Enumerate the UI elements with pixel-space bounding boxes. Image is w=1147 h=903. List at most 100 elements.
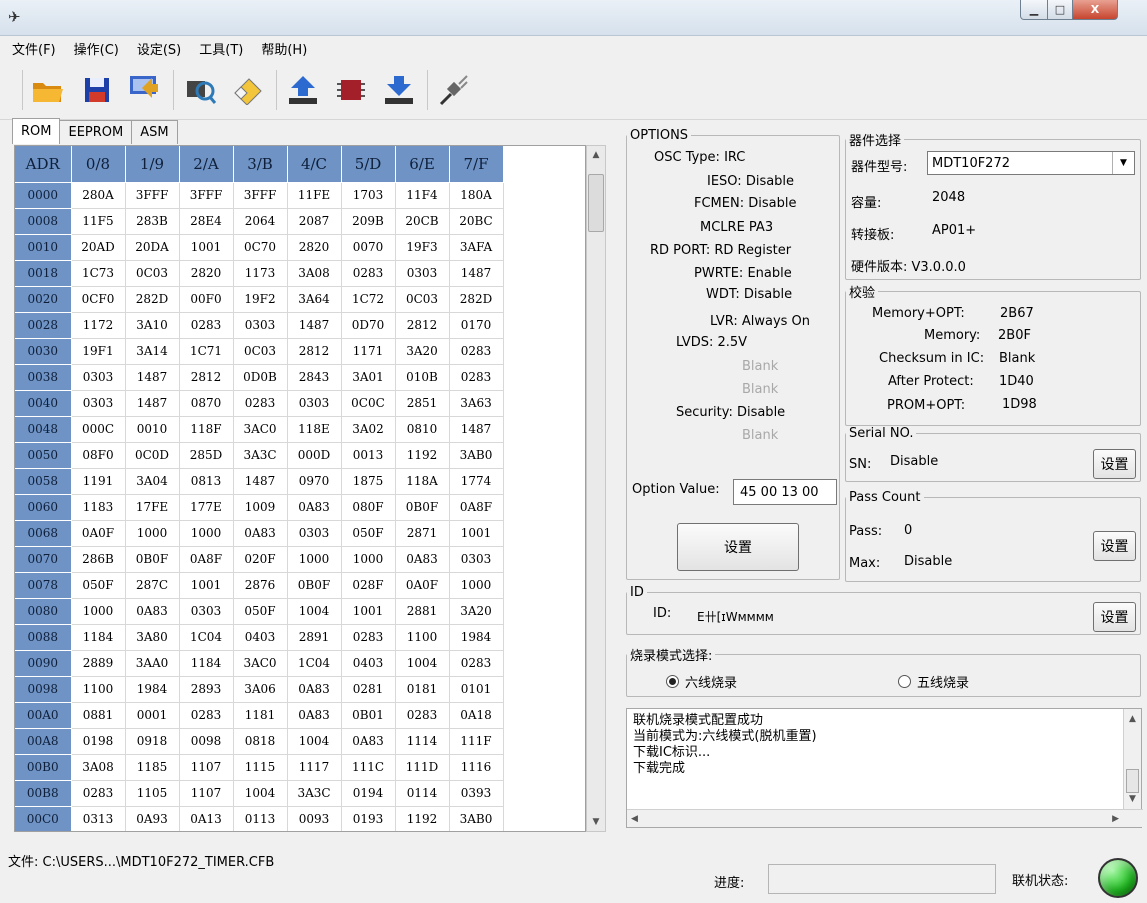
data-cell[interactable]: 118A bbox=[395, 468, 450, 495]
data-cell[interactable]: 1181 bbox=[233, 702, 288, 729]
data-cell[interactable]: 3FFF bbox=[179, 182, 234, 209]
save-as-icon[interactable] bbox=[125, 70, 165, 110]
data-cell[interactable]: 0283 bbox=[179, 312, 234, 339]
data-cell[interactable]: 3FFF bbox=[233, 182, 288, 209]
data-cell[interactable]: 2871 bbox=[395, 520, 450, 547]
data-cell[interactable]: 0A18 bbox=[449, 702, 504, 729]
data-cell[interactable]: 080F bbox=[341, 494, 396, 521]
data-cell[interactable]: 0283 bbox=[71, 780, 126, 807]
scroll-up-icon[interactable]: ▲ bbox=[1124, 711, 1141, 727]
data-cell[interactable]: 20AD bbox=[71, 234, 126, 261]
data-cell[interactable]: 3A3C bbox=[233, 442, 288, 469]
data-cell[interactable]: 0810 bbox=[395, 416, 450, 443]
data-cell[interactable]: 287C bbox=[125, 572, 180, 599]
data-cell[interactable]: 1191 bbox=[71, 468, 126, 495]
data-cell[interactable]: 1172 bbox=[71, 312, 126, 339]
data-cell[interactable]: 0194 bbox=[341, 780, 396, 807]
data-cell[interactable]: 1001 bbox=[449, 520, 504, 547]
data-cell[interactable]: 282D bbox=[449, 286, 504, 313]
data-cell[interactable]: 11F5 bbox=[71, 208, 126, 235]
data-cell[interactable]: 0098 bbox=[179, 728, 234, 755]
option-value-field[interactable]: 45 00 13 00 bbox=[733, 479, 837, 505]
data-cell[interactable]: 1171 bbox=[341, 338, 396, 365]
data-cell[interactable]: 3A04 bbox=[125, 468, 180, 495]
tab-asm[interactable]: ASM bbox=[131, 120, 178, 144]
scroll-down-icon[interactable]: ▼ bbox=[1124, 791, 1141, 807]
data-cell[interactable]: 1703 bbox=[341, 182, 396, 209]
data-cell[interactable]: 3AB0 bbox=[449, 442, 504, 469]
data-cell[interactable]: 0170 bbox=[449, 312, 504, 339]
data-cell[interactable]: 1984 bbox=[449, 624, 504, 651]
pass-set-button[interactable]: 设置 bbox=[1093, 531, 1136, 561]
data-cell[interactable]: 1192 bbox=[395, 806, 450, 831]
data-cell[interactable]: 1107 bbox=[179, 754, 234, 781]
tab-rom[interactable]: ROM bbox=[12, 118, 61, 144]
data-cell[interactable]: 280A bbox=[71, 182, 126, 209]
data-cell[interactable]: 1774 bbox=[449, 468, 504, 495]
serial-set-button[interactable]: 设置 bbox=[1093, 449, 1136, 479]
menu-file[interactable]: 文件(F) bbox=[12, 39, 56, 58]
data-cell[interactable]: 2812 bbox=[395, 312, 450, 339]
data-cell[interactable]: 1192 bbox=[395, 442, 450, 469]
data-cell[interactable]: 0303 bbox=[395, 260, 450, 287]
data-cell[interactable]: 1000 bbox=[341, 546, 396, 573]
data-cell[interactable]: 1004 bbox=[287, 598, 342, 625]
log-scrollbar[interactable]: ▲ ▼ bbox=[1123, 709, 1141, 809]
data-cell[interactable]: 3AC0 bbox=[233, 416, 288, 443]
data-cell[interactable]: 0283 bbox=[449, 650, 504, 677]
data-cell[interactable]: 0198 bbox=[71, 728, 126, 755]
data-cell[interactable]: 3A80 bbox=[125, 624, 180, 651]
data-cell[interactable]: 028F bbox=[341, 572, 396, 599]
tab-eeprom[interactable]: EEPROM bbox=[59, 120, 133, 144]
data-cell[interactable]: 0A83 bbox=[233, 520, 288, 547]
data-cell[interactable]: 1000 bbox=[179, 520, 234, 547]
log-output[interactable]: 联机烧录模式配置成功 当前模式为:六线模式(脱机重置) 下载IC标识... 下载… bbox=[626, 708, 1143, 828]
data-cell[interactable]: 000C bbox=[71, 416, 126, 443]
data-cell[interactable]: 2812 bbox=[179, 364, 234, 391]
data-cell[interactable]: 2851 bbox=[395, 390, 450, 417]
data-cell[interactable]: 0970 bbox=[287, 468, 342, 495]
data-cell[interactable]: 1004 bbox=[395, 650, 450, 677]
data-cell[interactable]: 1116 bbox=[449, 754, 504, 781]
data-cell[interactable]: 0C0C bbox=[341, 390, 396, 417]
data-cell[interactable]: 0C70 bbox=[233, 234, 288, 261]
data-cell[interactable]: 0303 bbox=[233, 312, 288, 339]
data-cell[interactable]: 0C0D bbox=[125, 442, 180, 469]
data-cell[interactable]: 1009 bbox=[233, 494, 288, 521]
data-cell[interactable]: 0013 bbox=[341, 442, 396, 469]
data-cell[interactable]: 1114 bbox=[395, 728, 450, 755]
data-cell[interactable]: 0281 bbox=[341, 676, 396, 703]
data-cell[interactable]: 11F4 bbox=[395, 182, 450, 209]
data-cell[interactable]: 0A83 bbox=[287, 494, 342, 521]
data-cell[interactable]: 050F bbox=[341, 520, 396, 547]
data-cell[interactable]: 0A83 bbox=[287, 702, 342, 729]
data-cell[interactable]: 1001 bbox=[341, 598, 396, 625]
data-cell[interactable]: 17FE bbox=[125, 494, 180, 521]
data-cell[interactable]: 0CF0 bbox=[71, 286, 126, 313]
data-cell[interactable]: 0010 bbox=[125, 416, 180, 443]
rom-scrollbar[interactable]: ▲ ▼ bbox=[586, 145, 606, 832]
data-cell[interactable]: 1100 bbox=[395, 624, 450, 651]
device-model-select[interactable]: MDT10F272 ▼ bbox=[927, 151, 1135, 175]
data-cell[interactable]: 2820 bbox=[179, 260, 234, 287]
chevron-down-icon[interactable]: ▼ bbox=[1112, 152, 1134, 174]
data-cell[interactable]: 2087 bbox=[287, 208, 342, 235]
maximize-button[interactable]: □ bbox=[1047, 0, 1073, 20]
data-cell[interactable]: 3A02 bbox=[341, 416, 396, 443]
data-cell[interactable]: 0303 bbox=[449, 546, 504, 573]
data-cell[interactable]: 0283 bbox=[233, 390, 288, 417]
open-folder-icon[interactable] bbox=[29, 70, 69, 110]
six-wire-radio[interactable]: 六线烧录 bbox=[666, 672, 737, 691]
data-cell[interactable]: 180A bbox=[449, 182, 504, 209]
chip-icon[interactable] bbox=[331, 70, 371, 110]
data-cell[interactable]: 19F3 bbox=[395, 234, 450, 261]
data-cell[interactable]: 0870 bbox=[179, 390, 234, 417]
data-cell[interactable]: 1184 bbox=[179, 650, 234, 677]
data-cell[interactable]: 1C71 bbox=[179, 338, 234, 365]
minimize-button[interactable]: ▁ bbox=[1020, 0, 1048, 20]
data-cell[interactable]: 0070 bbox=[341, 234, 396, 261]
data-cell[interactable]: 020F bbox=[233, 546, 288, 573]
data-cell[interactable]: 2064 bbox=[233, 208, 288, 235]
data-cell[interactable]: 118E bbox=[287, 416, 342, 443]
data-cell[interactable]: 0283 bbox=[341, 624, 396, 651]
